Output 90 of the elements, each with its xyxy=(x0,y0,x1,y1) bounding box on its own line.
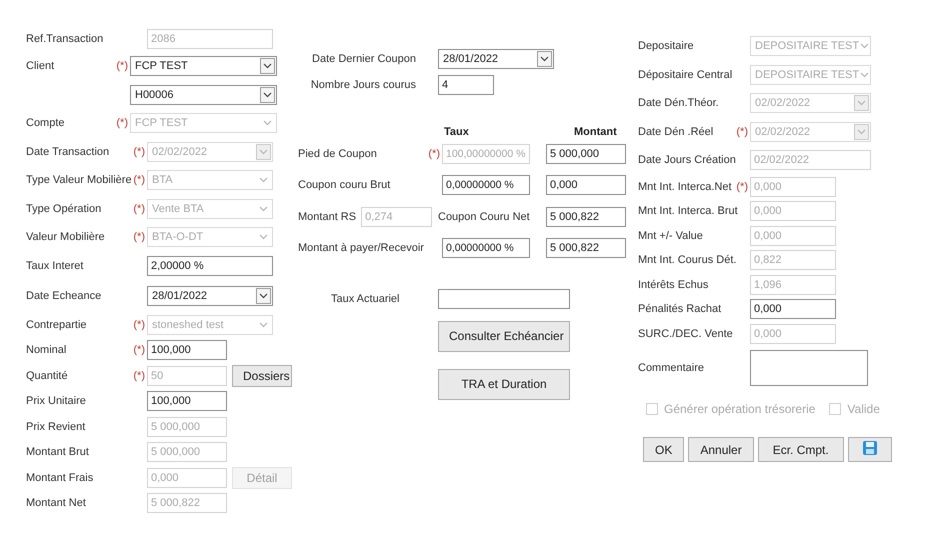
text-field[interactable]: 2,00000 % xyxy=(147,256,273,276)
text-field[interactable]: 0,000 xyxy=(750,299,836,320)
field-label: Mnt Int. Courus Dét. xyxy=(638,254,736,266)
save-icon xyxy=(862,440,878,456)
text-field[interactable]: 100,000 xyxy=(147,391,227,412)
save-button[interactable] xyxy=(848,437,892,462)
text-field[interactable]: 4 xyxy=(438,75,494,95)
required-mark: (*) xyxy=(133,344,146,356)
action-button[interactable]: Consulter Echéancier xyxy=(438,320,570,352)
field-label: SURC./DEC. Vente xyxy=(638,328,733,340)
field-label: Date Echeance xyxy=(26,290,102,302)
field-label: Prix Revient xyxy=(26,420,86,433)
required-mark: (*) xyxy=(133,174,146,186)
chevron-icon xyxy=(259,148,268,155)
field-label: Dépositaire Central xyxy=(638,68,732,81)
required-mark: (*) xyxy=(428,148,441,160)
comment-field[interactable] xyxy=(750,350,868,386)
dropdown[interactable]: H00006 xyxy=(130,84,277,105)
dropdown[interactable]: FCP TEST xyxy=(130,56,277,76)
field-label: Pénalités Rachat xyxy=(638,303,722,316)
field-label: Taux Actuariel xyxy=(330,293,400,305)
required-mark: (*) xyxy=(133,146,146,158)
chevron-icon xyxy=(259,206,268,212)
chevron-icon xyxy=(540,56,549,62)
field-label: Date Jours Création xyxy=(638,154,736,166)
required-mark: (*) xyxy=(116,60,129,72)
required-mark: (*) xyxy=(133,231,146,244)
field-label: Mnt +/- Value xyxy=(638,230,703,242)
field-label: Valeur Mobilière xyxy=(26,231,105,244)
chevron-icon xyxy=(263,63,272,70)
field-label: Depositaire xyxy=(638,40,694,52)
text-field[interactable]: 0,000 xyxy=(546,175,626,196)
field-label: Client xyxy=(26,60,54,72)
chevron-icon xyxy=(263,120,272,126)
field-label: Date Dén .Réel xyxy=(638,126,714,138)
field-label: Type Opération xyxy=(26,202,102,215)
chevron-icon xyxy=(860,43,870,50)
chevron-icon xyxy=(259,322,268,328)
text-field[interactable]: 5 000,822 xyxy=(546,206,626,227)
text-field[interactable]: 5 000,822 xyxy=(546,238,626,258)
required-mark: (*) xyxy=(133,202,146,215)
field-label: Commentaire xyxy=(638,362,704,374)
field-label: Type Valeur Mobilière xyxy=(26,174,132,186)
field-label: Date Dén.Théor. xyxy=(638,97,719,110)
chevron-icon xyxy=(259,293,268,299)
date-picker[interactable]: 28/01/2022 xyxy=(147,286,273,306)
field-label: Mnt Int. Interca. Brut xyxy=(638,205,738,218)
column-header: Taux xyxy=(444,126,470,138)
field-label: Montant Brut xyxy=(26,446,89,458)
field-label: Montant à payer/Recevoir xyxy=(298,242,424,254)
required-mark: (*) xyxy=(133,318,146,331)
field-label: Ref.Transaction xyxy=(26,33,104,45)
field-label: Pied de Coupon xyxy=(298,148,377,160)
field-label: Montant Net xyxy=(26,497,86,510)
field-label: Date Dernier Coupon xyxy=(312,53,417,65)
field-label: Taux Interet xyxy=(26,260,84,272)
field-label: Montant Frais xyxy=(26,472,94,484)
field-label: Mnt Int. Interca.Net xyxy=(638,180,732,193)
field-label: Quantité xyxy=(26,370,68,382)
field-label: Prix Unitaire xyxy=(26,395,86,408)
action-button[interactable]: Annuler xyxy=(688,437,754,462)
text-field[interactable]: 0,00000000 % xyxy=(442,238,530,258)
text-field[interactable] xyxy=(438,289,570,309)
chevron-icon xyxy=(857,100,866,106)
field-label: Intérêts Echus xyxy=(638,278,708,291)
field-label: Coupon couru Brut xyxy=(298,179,390,192)
chevron-icon xyxy=(259,234,268,240)
action-button[interactable]: Ecr. Cmpt. xyxy=(758,437,844,462)
date-picker[interactable]: 28/01/2022 xyxy=(438,49,554,69)
field-label: Contrepartie xyxy=(26,318,87,331)
action-button[interactable]: OK xyxy=(643,437,684,462)
field-label: Nominal xyxy=(26,344,66,356)
field-label: Nombre Jours courus xyxy=(310,79,417,91)
text-field[interactable]: 5 000,000 xyxy=(546,144,626,164)
field-label: Montant RS xyxy=(298,210,356,223)
field-label: Coupon Couru Net xyxy=(438,210,530,223)
chevron-icon xyxy=(259,177,268,184)
required-mark: (*) xyxy=(133,370,146,382)
chevron-icon xyxy=(263,92,272,98)
text-field[interactable]: 100,000 xyxy=(147,340,227,360)
chevron-icon xyxy=(860,72,870,78)
chevron-icon xyxy=(857,128,866,135)
required-mark: (*) xyxy=(736,180,749,193)
action-button[interactable]: TRA et Duration xyxy=(438,368,570,400)
field-label: Date Transaction xyxy=(26,146,110,158)
column-header: Montant xyxy=(574,126,618,138)
field-label: Compte xyxy=(26,117,65,130)
required-mark: (*) xyxy=(116,117,129,130)
text-field[interactable]: 0,00000000 % xyxy=(442,175,530,196)
required-mark: (*) xyxy=(736,126,749,138)
